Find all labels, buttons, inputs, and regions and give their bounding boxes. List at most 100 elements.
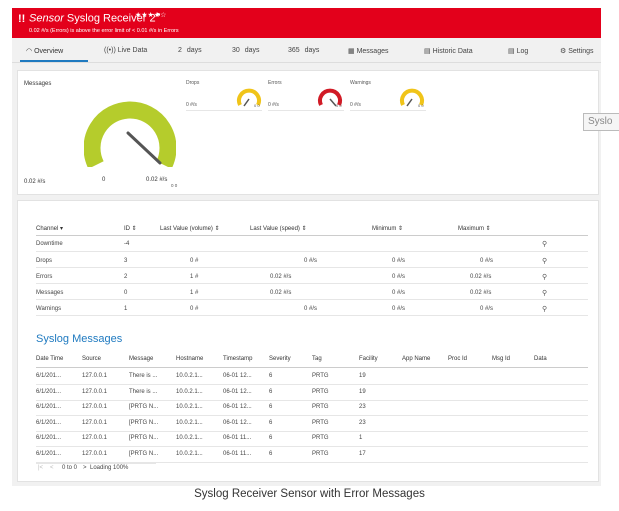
col-timestamp[interactable]: Timestamp — [223, 356, 252, 362]
col-date-time[interactable]: Date Time — [36, 356, 63, 362]
pager-next-icon[interactable]: > — [83, 465, 87, 471]
table-cell: 06-01 12... — [223, 419, 252, 426]
col-last-volume[interactable]: Last Value (volume) ⇕ — [160, 225, 220, 232]
alert-icon: !! — [18, 13, 26, 25]
col-hostname[interactable]: Hostname — [176, 356, 203, 362]
warnings-value: 0 #/s — [350, 102, 361, 108]
table-cell: [PRTG N... — [129, 435, 159, 441]
table-cell: There is ... — [129, 388, 158, 395]
col-severity[interactable]: Severity — [269, 356, 291, 362]
table-cell: 23 — [359, 419, 366, 426]
table-cell: 10.0.2.1... — [176, 388, 203, 395]
tab-live-data[interactable]: ((•)) Live Data — [104, 47, 147, 54]
table-cell: 6/1/201... — [36, 419, 62, 426]
title-prefix: Sensor — [29, 12, 64, 25]
col-tag[interactable]: Tag — [312, 356, 322, 362]
tab-365-days[interactable]: 365 days — [288, 47, 319, 54]
pager-prev-icon[interactable]: < — [50, 465, 54, 471]
errors-gauge-label: Errors — [268, 80, 282, 86]
loading-status: Loading 100% — [90, 465, 129, 471]
messages-gauge-extra: 0 0 — [171, 183, 178, 188]
col-msg-id[interactable]: Msg Id — [492, 356, 510, 362]
messages-gauge-max: 0.02 #/s — [146, 177, 168, 183]
priority-stars[interactable]: ★★★★☆ — [135, 11, 166, 19]
row-divider — [36, 446, 588, 447]
tab-overview[interactable]: ◠ Overview — [26, 47, 63, 55]
link-icon[interactable]: ⚲ — [542, 289, 547, 297]
tab-settings[interactable]: ⚙ Settings — [560, 47, 594, 55]
col-source[interactable]: Source — [82, 356, 101, 362]
drops-divider — [186, 110, 262, 111]
table-cell: 10.0.2.1... — [176, 373, 203, 379]
table-cell: [PRTG N... — [129, 419, 159, 426]
errors-divider — [268, 110, 344, 111]
table-cell: [PRTG N... — [129, 404, 159, 410]
col-last-speed[interactable]: Last Value (speed) ⇕ — [250, 225, 307, 232]
syslog-section-title: Syslog Messages — [36, 333, 123, 345]
table-cell: PRTG — [312, 419, 329, 426]
table-cell: 06-01 11... — [223, 435, 252, 441]
pager-range: 0 to 0 — [62, 465, 78, 471]
link-icon[interactable]: ⚲ — [542, 257, 547, 265]
table-cell: 6/1/201... — [36, 404, 62, 410]
data-panel: Channel ▾ ID ⇕ Last Value (volume) ⇕ Las… — [17, 200, 599, 482]
table-cell: 6/1/201... — [36, 450, 62, 457]
row-divider — [36, 384, 588, 385]
tab-messages[interactable]: ▦ Messages — [348, 47, 388, 55]
table-cell: 6/1/201... — [36, 373, 62, 379]
log-icon: ▤ — [508, 48, 515, 55]
link-icon[interactable]: ⚲ — [542, 240, 547, 248]
messages-gauge-needle — [126, 131, 162, 165]
sensor-page: !! Sensor Syslog Receiver 2⚑ ★★★★☆ 0.02 … — [12, 8, 601, 486]
messages-gauge-label: Messages — [24, 81, 52, 87]
col-facility[interactable]: Facility — [359, 356, 378, 362]
gauges-panel: Messages 0.02 #/s 0 0.02 #/s 0 0 Drops 0… — [17, 70, 599, 195]
sensor-header: !! Sensor Syslog Receiver 2⚑ ★★★★☆ 0.02 … — [12, 8, 601, 38]
col-channel[interactable]: Channel ▾ — [36, 225, 63, 232]
col-app-name[interactable]: App Name — [402, 356, 430, 362]
table-cell: There is ... — [129, 373, 158, 379]
table-cell: [PRTG N... — [129, 450, 159, 457]
table-cell: PRTG — [312, 450, 329, 457]
table-cell: 127.0.0.1 — [82, 419, 108, 426]
col-maximum[interactable]: Maximum ⇕ — [458, 225, 491, 232]
table-cell: 10.0.2.1... — [176, 404, 203, 410]
link-icon[interactable]: ⚲ — [542, 273, 547, 281]
table-cell: PRTG — [312, 435, 329, 441]
errors-value: 0 #/s — [268, 102, 279, 108]
table-cell: 10.0.2.1... — [176, 419, 203, 426]
messages-gauge — [84, 101, 176, 167]
table-cell: PRTG — [312, 373, 329, 379]
table-cell: 6 — [269, 404, 273, 410]
tab-bar: ◠ Overview ((•)) Live Data 2 days 30 day… — [12, 42, 601, 63]
table-cell: PRTG — [312, 404, 329, 410]
col-message[interactable]: Message — [129, 356, 153, 362]
tab-log[interactable]: ▤ Log — [508, 47, 528, 55]
table-cell: 06-01 12... — [223, 373, 252, 379]
row-divider — [36, 415, 588, 416]
drops-value: 0 #/s — [186, 102, 197, 108]
tab-historic-data[interactable]: ▤ Historic Data — [424, 47, 473, 55]
status-message: 0.02 #/s (Errors) is above the error lim… — [29, 28, 179, 34]
link-icon[interactable]: ⚲ — [542, 305, 547, 313]
table-cell: 19 — [359, 388, 366, 395]
tab-30-days[interactable]: 30 days — [232, 47, 260, 54]
messages-gauge-min: 0 — [102, 177, 106, 183]
pager-first-icon[interactable]: |< — [38, 465, 43, 471]
col-data[interactable]: Data — [534, 356, 547, 362]
table-cell: 6 — [269, 435, 273, 441]
warnings-divider — [350, 110, 426, 111]
table-cell: 6 — [269, 373, 273, 379]
col-proc-id[interactable]: Proc Id — [448, 356, 467, 362]
col-id[interactable]: ID ⇕ — [124, 225, 137, 232]
table-cell: 17 — [359, 450, 366, 457]
table-cell: 6/1/201... — [36, 388, 62, 395]
messages-gauge-arc — [84, 101, 176, 167]
table-cell: 127.0.0.1 — [82, 450, 108, 457]
table-cell: 127.0.0.1 — [82, 404, 108, 410]
gear-icon: ⚙ — [560, 48, 567, 55]
tab-2-days[interactable]: 2 days — [178, 47, 202, 54]
table-cell: 6 — [269, 388, 273, 395]
table-cell: 127.0.0.1 — [82, 373, 108, 379]
col-minimum[interactable]: Minimum ⇕ — [372, 225, 403, 232]
